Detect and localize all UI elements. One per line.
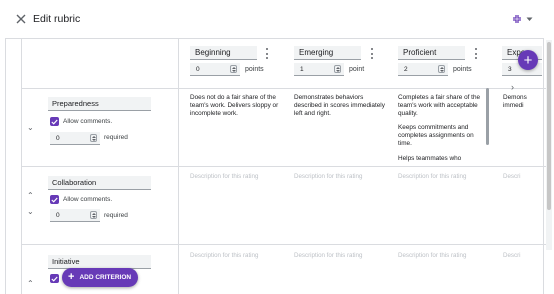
rating-description-line: Keeps commitments and completes assignme… bbox=[398, 124, 474, 148]
required-label: required bbox=[104, 212, 128, 219]
level-points-field[interactable]: 0 bbox=[190, 63, 240, 76]
criterion-name-field[interactable]: Preparedness bbox=[48, 97, 151, 111]
allow-comments-checkbox[interactable] bbox=[50, 195, 59, 204]
check-icon bbox=[51, 119, 58, 125]
collapse-menu[interactable] bbox=[512, 12, 536, 26]
add-icon: + bbox=[523, 51, 533, 69]
allow-comments-label: Allow comments. bbox=[63, 196, 113, 203]
kebab-icon[interactable] bbox=[265, 48, 269, 59]
required-label: required bbox=[104, 134, 128, 141]
chevron-down-icon bbox=[526, 17, 533, 21]
criterion-points-field[interactable]: 0 bbox=[50, 132, 100, 145]
chevron-up-icon[interactable]: ⌃ bbox=[27, 192, 34, 200]
rating-description[interactable]: Does not do a fair share of the team's w… bbox=[190, 94, 285, 119]
stepper-icon[interactable] bbox=[90, 211, 97, 219]
divider bbox=[21, 166, 546, 167]
level-name-field[interactable]: Emerging bbox=[294, 46, 361, 60]
edit-rubric-dialog: { "header":{"title":"Edit rubric"}, "lev… bbox=[0, 0, 554, 294]
kebab-icon[interactable] bbox=[474, 48, 478, 59]
stepper-icon[interactable] bbox=[438, 65, 445, 73]
level-name-field[interactable]: Beginning bbox=[190, 46, 257, 60]
description-placeholder[interactable]: Description for this rating bbox=[398, 173, 466, 180]
allow-comments-label: Allow comments. bbox=[63, 118, 113, 125]
points-label: points bbox=[453, 66, 472, 73]
level-name-field[interactable]: Proficient bbox=[398, 46, 465, 60]
points-label: points bbox=[245, 66, 264, 73]
allow-comments-checkbox[interactable] bbox=[50, 274, 59, 283]
page-scrollbar-thumb[interactable] bbox=[547, 42, 551, 210]
rating-description-line: Helps teammates who bbox=[398, 155, 462, 162]
rating-description[interactable]: Demonstrates behaviors described in scor… bbox=[294, 94, 389, 119]
level-points-field[interactable]: 2 bbox=[398, 63, 448, 76]
description-placeholder[interactable]: Descri bbox=[503, 173, 521, 180]
description-placeholder[interactable]: Description for this rating bbox=[190, 173, 258, 180]
collapse-icon bbox=[513, 15, 521, 23]
add-criterion-label: ADD CRITERION bbox=[79, 274, 132, 281]
add-criterion-button[interactable]: + ADD CRITERION bbox=[62, 268, 138, 287]
divider bbox=[21, 38, 22, 294]
check-icon bbox=[51, 197, 58, 203]
description-placeholder[interactable]: Description for this rating bbox=[294, 252, 362, 259]
description-scrollbar[interactable] bbox=[486, 88, 489, 145]
chevron-down-icon[interactable]: ⌄ bbox=[27, 208, 34, 216]
allow-comments-checkbox[interactable] bbox=[50, 117, 59, 126]
points-label: point bbox=[349, 66, 365, 73]
chevron-right-icon[interactable]: › bbox=[511, 83, 514, 92]
chevron-up-icon[interactable]: ⌃ bbox=[27, 280, 34, 288]
criterion-name-field[interactable]: Collaboration bbox=[48, 176, 151, 190]
stepper-icon[interactable] bbox=[90, 134, 97, 142]
chevron-down-icon[interactable]: ⌄ bbox=[27, 124, 34, 132]
page-title: Edit rubric bbox=[33, 13, 81, 25]
stepper-icon[interactable] bbox=[230, 65, 237, 73]
close-icon[interactable] bbox=[12, 10, 30, 28]
description-placeholder[interactable]: Description for this rating bbox=[190, 252, 258, 259]
kebab-icon[interactable] bbox=[370, 48, 374, 59]
criterion-name-field[interactable]: Initiative bbox=[48, 255, 151, 269]
top-bar bbox=[0, 0, 554, 38]
divider bbox=[21, 88, 546, 89]
rating-description[interactable]: Completes a fair share of the team's wor… bbox=[398, 94, 484, 119]
description-placeholder[interactable]: Description for this rating bbox=[294, 173, 362, 180]
check-icon bbox=[51, 276, 58, 282]
stepper-icon[interactable] bbox=[334, 65, 341, 73]
description-placeholder[interactable]: Descri bbox=[503, 252, 521, 259]
description-placeholder[interactable]: Description for this rating bbox=[398, 252, 466, 259]
add-level-button[interactable]: + bbox=[518, 50, 538, 70]
divider bbox=[21, 244, 546, 245]
divider bbox=[178, 38, 179, 294]
level-points-field[interactable]: 1 bbox=[294, 63, 344, 76]
rating-description[interactable]: Demons immedi bbox=[503, 94, 543, 110]
add-icon: + bbox=[68, 271, 75, 283]
criterion-points-field[interactable]: 0 bbox=[50, 209, 100, 222]
